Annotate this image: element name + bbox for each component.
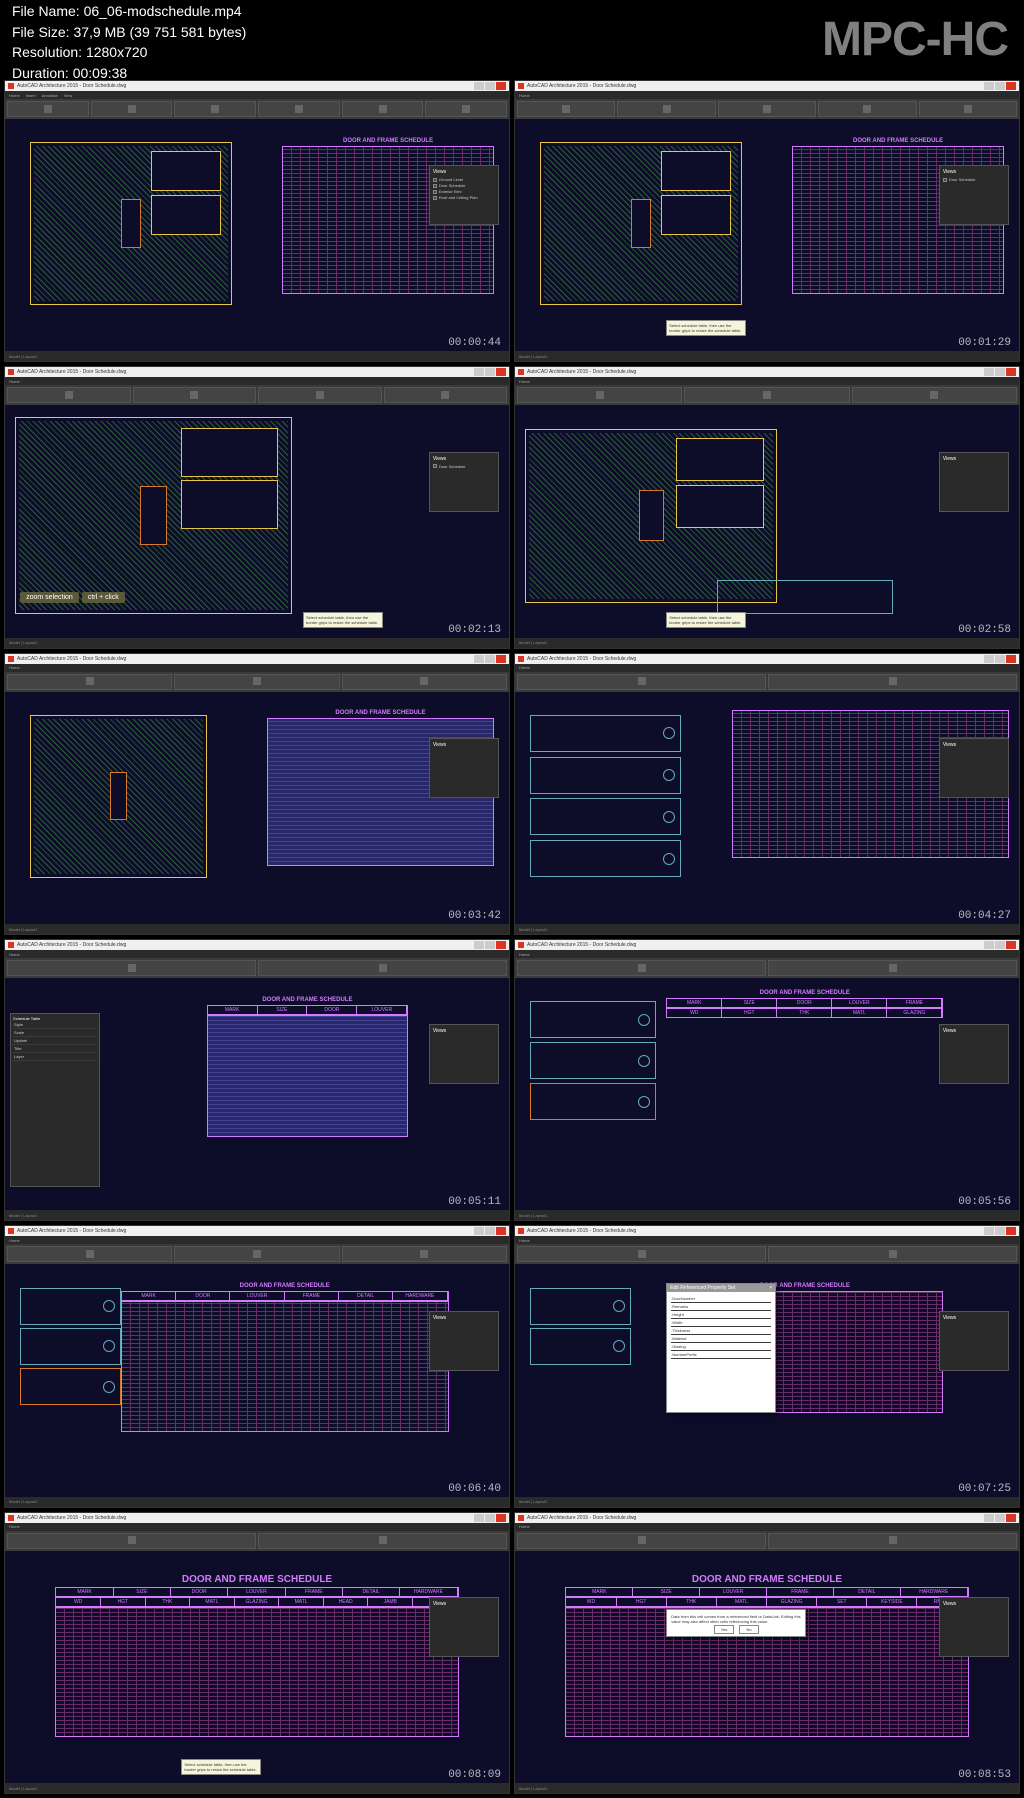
viewport[interactable]: DOOR AND FRAME SCHEDULE Views Ground Lev… [5, 119, 509, 351]
thumbnail-5[interactable]: AutoCAD Architecture 2015 - Door Schedul… [4, 653, 510, 935]
thumbnail-3[interactable]: AutoCAD Architecture 2015 - Door Schedul… [4, 366, 510, 648]
thumbnail-8[interactable]: AutoCAD Architecture 2015 - Door Schedul… [514, 939, 1020, 1221]
thumbnail-11[interactable]: AutoCAD Architecture 2015 - Door Schedul… [4, 1512, 510, 1794]
properties-panel[interactable]: Schedule Table Style Scale Update Title … [10, 1013, 100, 1187]
yes-button[interactable]: Yes [714, 1625, 735, 1634]
status-bar: Model | Layout1 [5, 351, 509, 361]
edit-property-dialog[interactable]: Edit Referenced Property Set× DoorNumber… [666, 1283, 776, 1413]
views-panel[interactable]: Views Ground Level Door Schedule Exterio… [429, 165, 499, 225]
thumbnail-10[interactable]: AutoCAD Architecture 2015 - Door Schedul… [514, 1225, 1020, 1507]
ribbon: HomeInsertAnnotateView [5, 91, 509, 119]
dialog-close-icon[interactable]: × [769, 1285, 772, 1291]
thumbnail-12[interactable]: AutoCAD Architecture 2015 - Door Schedul… [514, 1512, 1020, 1794]
ribbon-tabs[interactable]: HomeInsertAnnotateView [5, 91, 509, 99]
maximize-button[interactable] [485, 82, 495, 90]
thumbnail-1[interactable]: AutoCAD Architecture 2015 - Door Schedul… [4, 80, 510, 362]
thumbnail-7[interactable]: AutoCAD Architecture 2015 - Door Schedul… [4, 939, 510, 1221]
warning-dialog[interactable]: Data from this cell comes from a referen… [666, 1609, 806, 1637]
floor-plan [30, 142, 232, 305]
thumbnail-9[interactable]: AutoCAD Architecture 2015 - Door Schedul… [4, 1225, 510, 1507]
minimize-button[interactable] [474, 82, 484, 90]
keyboard-hints: zoom selection ctrl + click [20, 592, 125, 603]
thumbnail-4[interactable]: AutoCAD Architecture 2015 - Door Schedul… [514, 366, 1020, 648]
close-button[interactable] [496, 82, 506, 90]
full-schedule-view: DOOR AND FRAME SCHEDULE MARKSIZEDOORLOUV… [55, 1574, 458, 1760]
file-info-overlay: File Name: 06_06-modschedule.mp4 File Si… [12, 2, 246, 84]
thumbnail-grid: AutoCAD Architecture 2015 - Door Schedul… [0, 0, 1024, 1798]
tooltip: Select schedule table, then use the bord… [666, 320, 746, 336]
player-watermark: MPC-HC [822, 12, 1008, 67]
timestamp: 00:00:44 [448, 337, 501, 349]
thumbnail-2[interactable]: AutoCAD Architecture 2015 - Door Schedul… [514, 80, 1020, 362]
zoomed-floor-view [530, 715, 681, 901]
thumbnail-6[interactable]: AutoCAD Architecture 2015 - Door Schedul… [514, 653, 1020, 935]
no-button[interactable]: No [739, 1625, 758, 1634]
